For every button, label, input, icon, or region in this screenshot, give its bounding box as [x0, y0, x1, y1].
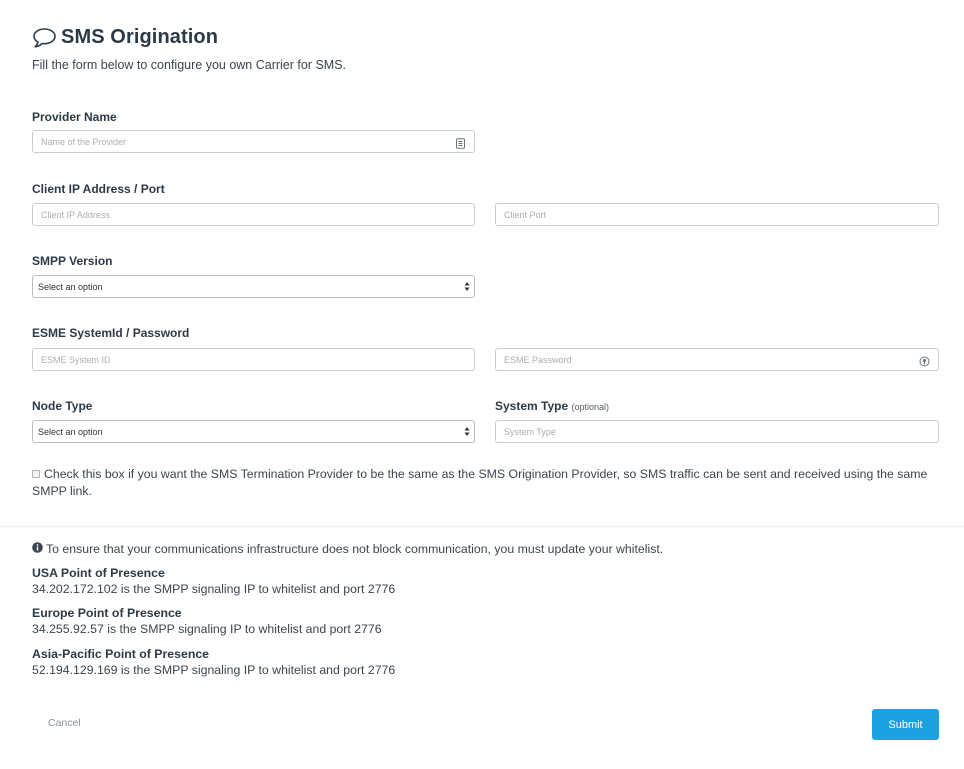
password-key-icon[interactable]	[919, 354, 930, 367]
smpp-version-label: SMPP Version	[32, 254, 113, 268]
select-arrows-icon	[464, 426, 470, 437]
client-ip-field[interactable]	[32, 203, 475, 226]
select-arrows-icon	[464, 281, 470, 292]
client-port-field[interactable]	[495, 203, 939, 226]
whitelist-info-line: To ensure that your communications infra…	[32, 542, 932, 556]
contact-card-icon	[455, 136, 466, 149]
pop-title: Europe Point of Presence	[32, 606, 182, 620]
pop-title: USA Point of Presence	[32, 566, 165, 580]
pop-usa: USA Point of Presence 34.202.172.102 is …	[32, 566, 395, 596]
speech-bubble-icon	[32, 27, 57, 49]
esme-system-id-input[interactable]	[33, 349, 474, 370]
node-type-select[interactable]: Select an option	[32, 420, 475, 443]
esme-label: ESME SystemId / Password	[32, 326, 190, 340]
same-provider-text: Check this box if you want the SMS Termi…	[32, 467, 928, 498]
pop-text: 34.255.92.57 is the SMPP signaling IP to…	[32, 622, 382, 636]
submit-button[interactable]: Submit	[872, 709, 939, 740]
whitelist-info-text: To ensure that your communications infra…	[46, 542, 664, 556]
title-row: SMS Origination	[32, 26, 346, 49]
pop-asia-pacific: Asia-Pacific Point of Presence 52.194.12…	[32, 647, 395, 677]
pop-title: Asia-Pacific Point of Presence	[32, 647, 210, 661]
optional-note: (optional)	[571, 402, 610, 412]
client-port-input[interactable]	[496, 204, 938, 225]
client-ip-input[interactable]	[33, 204, 474, 225]
system-type-label: System Type (optional)	[495, 399, 609, 413]
info-circle-icon	[32, 542, 43, 556]
whitelist-info: To ensure that your communications infra…	[32, 542, 932, 556]
same-provider-row: Check this box if you want the SMS Termi…	[32, 466, 932, 500]
pop-text: 34.202.172.102 is the SMPP signaling IP …	[32, 582, 396, 596]
section-divider	[0, 526, 964, 527]
page-subtitle: Fill the form below to configure you own…	[32, 58, 347, 72]
node-type-selected: Select an option	[38, 426, 103, 437]
client-ip-label: Client IP Address / Port	[32, 182, 165, 196]
system-type-label-text: System Type	[495, 399, 569, 413]
provider-name-label: Provider Name	[32, 110, 117, 124]
pop-text: 52.194.129.169 is the SMPP signaling IP …	[32, 663, 396, 677]
provider-name-field[interactable]	[32, 130, 475, 153]
esme-password-input[interactable]	[496, 349, 938, 370]
node-type-label: Node Type	[32, 399, 93, 413]
esme-password-field[interactable]	[495, 348, 939, 371]
system-type-input[interactable]	[496, 421, 938, 442]
cancel-button[interactable]: Cancel	[48, 717, 81, 729]
same-provider-checkbox[interactable]	[32, 470, 40, 478]
system-type-field[interactable]	[495, 420, 939, 443]
page-header: SMS Origination Fill the form below to c…	[32, 26, 346, 72]
smpp-version-selected: Select an option	[38, 281, 103, 292]
pop-europe: Europe Point of Presence 34.255.92.57 is…	[32, 606, 382, 636]
esme-system-id-field[interactable]	[32, 348, 475, 371]
smpp-version-select[interactable]: Select an option	[32, 275, 475, 298]
page-title: SMS Origination	[61, 26, 219, 48]
provider-name-input[interactable]	[33, 131, 474, 152]
